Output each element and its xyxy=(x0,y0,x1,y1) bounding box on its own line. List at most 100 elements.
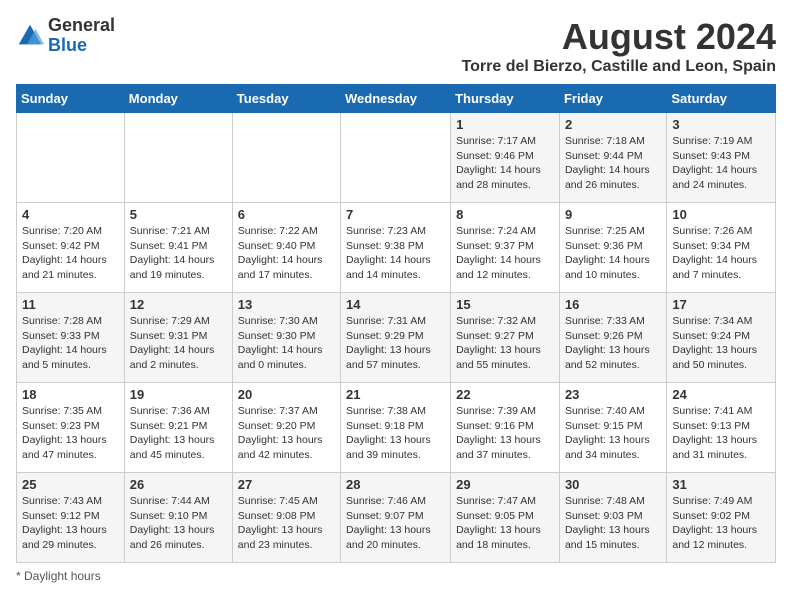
header-day-wednesday: Wednesday xyxy=(341,85,451,113)
day-info: Sunrise: 7:18 AM Sunset: 9:44 PM Dayligh… xyxy=(565,134,661,193)
day-info: Sunrise: 7:41 AM Sunset: 9:13 PM Dayligh… xyxy=(672,404,770,463)
day-info: Sunrise: 7:43 AM Sunset: 9:12 PM Dayligh… xyxy=(22,494,119,553)
calendar-cell xyxy=(124,113,232,203)
calendar-cell: 28 Sunrise: 7:46 AM Sunset: 9:07 PM Dayli… xyxy=(341,473,451,563)
header-day-tuesday: Tuesday xyxy=(232,85,340,113)
day-info: Sunrise: 7:28 AM Sunset: 9:33 PM Dayligh… xyxy=(22,314,119,373)
header-day-friday: Friday xyxy=(559,85,666,113)
day-info: Sunrise: 7:34 AM Sunset: 9:24 PM Dayligh… xyxy=(672,314,770,373)
day-number: 5 xyxy=(130,207,227,222)
calendar-cell: 16 Sunrise: 7:33 AM Sunset: 9:26 PM Dayli… xyxy=(559,293,666,383)
day-number: 14 xyxy=(346,297,445,312)
day-number: 24 xyxy=(672,387,770,402)
day-info: Sunrise: 7:22 AM Sunset: 9:40 PM Dayligh… xyxy=(238,224,335,283)
day-number: 17 xyxy=(672,297,770,312)
day-info: Sunrise: 7:24 AM Sunset: 9:37 PM Dayligh… xyxy=(456,224,554,283)
day-number: 19 xyxy=(130,387,227,402)
calendar-cell: 23 Sunrise: 7:40 AM Sunset: 9:15 PM Dayli… xyxy=(559,383,666,473)
day-number: 30 xyxy=(565,477,661,492)
calendar-cell: 6 Sunrise: 7:22 AM Sunset: 9:40 PM Daylig… xyxy=(232,203,340,293)
calendar-cell: 7Sunrise: 7:23 AM Sunset: 9:38 PM Daylig… xyxy=(341,203,451,293)
calendar-cell: 11 Sunrise: 7:28 AM Sunset: 9:33 PM Dayli… xyxy=(17,293,125,383)
day-number: 4 xyxy=(22,207,119,222)
page-header: General Blue August 2024 Torre del Bierz… xyxy=(16,16,776,76)
day-number: 26 xyxy=(130,477,227,492)
day-number: 31 xyxy=(672,477,770,492)
calendar-cell: 8 Sunrise: 7:24 AM Sunset: 9:37 PM Daylig… xyxy=(451,203,560,293)
calendar-cell: 12Sunrise: 7:29 AM Sunset: 9:31 PM Dayli… xyxy=(124,293,232,383)
day-info: Sunrise: 7:21 AM Sunset: 9:41 PM Dayligh… xyxy=(130,224,227,283)
day-number: 20 xyxy=(238,387,335,402)
calendar-cell: 18Sunrise: 7:35 AM Sunset: 9:23 PM Dayli… xyxy=(17,383,125,473)
day-number: 6 xyxy=(238,207,335,222)
calendar-cell: 24 Sunrise: 7:41 AM Sunset: 9:13 PM Dayli… xyxy=(667,383,776,473)
day-number: 21 xyxy=(346,387,445,402)
calendar-cell xyxy=(17,113,125,203)
day-info: Sunrise: 7:46 AM Sunset: 9:07 PM Dayligh… xyxy=(346,494,445,553)
calendar-cell xyxy=(232,113,340,203)
header-day-sunday: Sunday xyxy=(17,85,125,113)
day-info: Sunrise: 7:23 AM Sunset: 9:38 PM Dayligh… xyxy=(346,224,445,283)
day-number: 28 xyxy=(346,477,445,492)
title-block: August 2024 Torre del Bierzo, Castille a… xyxy=(462,16,776,76)
calendar-cell: 2 Sunrise: 7:18 AM Sunset: 9:44 PM Daylig… xyxy=(559,113,666,203)
calendar-header: SundayMondayTuesdayWednesdayThursdayFrid… xyxy=(17,85,776,113)
day-number: 25 xyxy=(22,477,119,492)
day-number: 27 xyxy=(238,477,335,492)
header-day-saturday: Saturday xyxy=(667,85,776,113)
page-title: August 2024 xyxy=(462,16,776,58)
day-number: 29 xyxy=(456,477,554,492)
week-row-4: 25 Sunrise: 7:43 AM Sunset: 9:12 PM Dayli… xyxy=(17,473,776,563)
day-info: Sunrise: 7:30 AM Sunset: 9:30 PM Dayligh… xyxy=(238,314,335,373)
day-info: Sunrise: 7:32 AM Sunset: 9:27 PM Dayligh… xyxy=(456,314,554,373)
calendar-cell: 20 Sunrise: 7:37 AM Sunset: 9:20 PM Dayli… xyxy=(232,383,340,473)
header-day-thursday: Thursday xyxy=(451,85,560,113)
day-info: Sunrise: 7:20 AM Sunset: 9:42 PM Dayligh… xyxy=(22,224,119,283)
day-info: Sunrise: 7:45 AM Sunset: 9:08 PM Dayligh… xyxy=(238,494,335,553)
week-row-0: 1Sunrise: 7:17 AM Sunset: 9:46 PM Daylig… xyxy=(17,113,776,203)
logo-general: General xyxy=(48,15,115,35)
day-number: 3 xyxy=(672,117,770,132)
calendar-cell: 21 Sunrise: 7:38 AM Sunset: 9:18 PM Dayli… xyxy=(341,383,451,473)
day-info: Sunrise: 7:31 AM Sunset: 9:29 PM Dayligh… xyxy=(346,314,445,373)
day-number: 22 xyxy=(456,387,554,402)
day-info: Sunrise: 7:37 AM Sunset: 9:20 PM Dayligh… xyxy=(238,404,335,463)
week-row-1: 4 Sunrise: 7:20 AM Sunset: 9:42 PM Daylig… xyxy=(17,203,776,293)
day-info: Sunrise: 7:44 AM Sunset: 9:10 PM Dayligh… xyxy=(130,494,227,553)
day-number: 9 xyxy=(565,207,661,222)
day-number: 2 xyxy=(565,117,661,132)
day-info: Sunrise: 7:49 AM Sunset: 9:02 PM Dayligh… xyxy=(672,494,770,553)
week-row-3: 18Sunrise: 7:35 AM Sunset: 9:23 PM Dayli… xyxy=(17,383,776,473)
day-info: Sunrise: 7:39 AM Sunset: 9:16 PM Dayligh… xyxy=(456,404,554,463)
calendar-table: SundayMondayTuesdayWednesdayThursdayFrid… xyxy=(16,84,776,563)
calendar-cell xyxy=(341,113,451,203)
day-info: Sunrise: 7:25 AM Sunset: 9:36 PM Dayligh… xyxy=(565,224,661,283)
page-subtitle: Torre del Bierzo, Castille and Leon, Spa… xyxy=(462,58,776,76)
day-number: 1 xyxy=(456,117,554,132)
calendar-cell: 3 Sunrise: 7:19 AM Sunset: 9:43 PM Daylig… xyxy=(667,113,776,203)
calendar-cell: 29Sunrise: 7:47 AM Sunset: 9:05 PM Dayli… xyxy=(451,473,560,563)
day-number: 11 xyxy=(22,297,119,312)
day-info: Sunrise: 7:19 AM Sunset: 9:43 PM Dayligh… xyxy=(672,134,770,193)
calendar-cell: 30 Sunrise: 7:48 AM Sunset: 9:03 PM Dayli… xyxy=(559,473,666,563)
calendar-cell: 31 Sunrise: 7:49 AM Sunset: 9:02 PM Dayli… xyxy=(667,473,776,563)
day-number: 16 xyxy=(565,297,661,312)
calendar-cell: 26 Sunrise: 7:44 AM Sunset: 9:10 PM Dayli… xyxy=(124,473,232,563)
day-info: Sunrise: 7:33 AM Sunset: 9:26 PM Dayligh… xyxy=(565,314,661,373)
day-number: 8 xyxy=(456,207,554,222)
day-number: 10 xyxy=(672,207,770,222)
header-day-monday: Monday xyxy=(124,85,232,113)
header-row: SundayMondayTuesdayWednesdayThursdayFrid… xyxy=(17,85,776,113)
calendar-cell: 25 Sunrise: 7:43 AM Sunset: 9:12 PM Dayli… xyxy=(17,473,125,563)
calendar-cell: 19Sunrise: 7:36 AM Sunset: 9:21 PM Dayli… xyxy=(124,383,232,473)
calendar-cell: 17 Sunrise: 7:34 AM Sunset: 9:24 PM Dayli… xyxy=(667,293,776,383)
day-info: Sunrise: 7:26 AM Sunset: 9:34 PM Dayligh… xyxy=(672,224,770,283)
calendar-cell: 27 Sunrise: 7:45 AM Sunset: 9:08 PM Dayli… xyxy=(232,473,340,563)
day-info: Sunrise: 7:35 AM Sunset: 9:23 PM Dayligh… xyxy=(22,404,119,463)
day-info: Sunrise: 7:38 AM Sunset: 9:18 PM Dayligh… xyxy=(346,404,445,463)
calendar-cell: 15Sunrise: 7:32 AM Sunset: 9:27 PM Dayli… xyxy=(451,293,560,383)
day-info: Sunrise: 7:48 AM Sunset: 9:03 PM Dayligh… xyxy=(565,494,661,553)
day-number: 23 xyxy=(565,387,661,402)
footer-text: Daylight hours xyxy=(24,569,101,583)
day-info: Sunrise: 7:40 AM Sunset: 9:15 PM Dayligh… xyxy=(565,404,661,463)
